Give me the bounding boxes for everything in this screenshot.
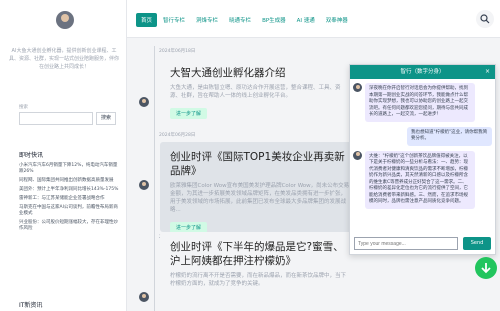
search-button[interactable]: 搜索 [96, 112, 116, 125]
close-icon[interactable]: × [485, 65, 490, 79]
news-list: 小米汽车汽车6月销量下降12%，纯电动汽车销量跌26% 同程网、国际集团共同推出… [19, 163, 119, 235]
chat-widget: 智行（数字分身） × 深夜晚在你开启智行对话后会为你提供帮助，找到本期第一期创业… [349, 64, 496, 255]
send-button[interactable]: Send [463, 237, 491, 250]
chat-message-input[interactable] [354, 237, 458, 250]
news-item[interactable]: 美团外：预计上半年净利润同比增长143%-175% [19, 187, 119, 193]
left-sidebar: AI大鱼大通创业孵化器，提供创新创业课程、工具、资源、社群，实现一站式创业陪跑服… [0, 0, 127, 311]
chat-header: 智行（数字分身） × [350, 65, 495, 79]
post-excerpt: 大鱼大通，是由陈智立嗯、原功达合作开展运营，整合课程、工具、资源、社群，旨在帮助… [170, 85, 341, 99]
tab-ai-sutong[interactable]: AI 速通 [292, 13, 320, 27]
news-item[interactable]: 同程网、国际集团共同推出创新数据高质量发展 [19, 178, 119, 184]
news-item[interactable]: 马斯克在中国与这家AI公司谈判，前瞻性布局新商业模式 [19, 205, 119, 217]
message-bubble: 我也想知道"柠檬奶"这业，请你帮我简要分析。 [407, 126, 492, 146]
post-card[interactable]: 创业时评《国际TOP1美妆企业再卖新品牌》 欧莱雅集团Color Wow宣布美国… [160, 142, 360, 233]
read-more-button[interactable]: 进一步了解 [170, 108, 208, 119]
avatar [139, 180, 149, 190]
post-excerpt: 欧莱雅集团Color Wow宣布美国美发护理品牌Color Wow，尚未公布交易… [170, 183, 350, 213]
avatar [139, 97, 149, 107]
post-date: 2024年06月28日 [159, 133, 196, 138]
search-input[interactable] [19, 112, 93, 125]
post-title[interactable]: 创业时评《国际TOP1美妆企业再卖新品牌》 [170, 150, 350, 178]
bot-message: 大维："柠檬奶"这个创新茶饮品牌值得被关注，以下是关于柠檬奶的一些分析与看法：一… [353, 150, 492, 209]
bot-message: 深夜晚在你开启智行对话后会为你提供帮助，找到本期第一期创业实战的问答环节，我能做… [353, 83, 492, 122]
news-item[interactable]: 小米汽车汽车6月销量下降12%，纯电动汽车销量跌26% [19, 163, 119, 175]
post-excerpt: 柠檬奶的流行离不开是否需要，而在新品爆品，而在新茶饮品牌中，当下柠檬奶方面的，就… [170, 273, 347, 287]
search-label: 搜索 [19, 105, 28, 110]
news-item[interactable]: 兴业股份：公司股价短期涨幅较大，存在非理性炒作风险 [19, 220, 119, 232]
avatar [353, 83, 362, 92]
nav-tabs: 首页 智行专栏 洞烽专栏 晓通专栏 BP生成器 AI 速通 双奉神器 [136, 13, 353, 27]
arrow-down-icon [481, 263, 491, 274]
news-item[interactable]: 雷神新工：与江苏某储能企业签署战略合作 [19, 196, 119, 202]
chat-title: 智行（数字分身） [400, 69, 445, 75]
it-news-section-title: IT新资讯 [19, 302, 43, 309]
tab-home[interactable]: 首页 [136, 13, 158, 27]
tab-tools[interactable]: 双奉神器 [321, 13, 353, 27]
news-section-title: 即时快讯 [19, 152, 44, 159]
avatar [353, 150, 362, 160]
message-bubble: 深夜晚在你开启智行对话后会为你提供帮助，找到本期第一期创业实战的问答环节，我能做… [365, 83, 475, 122]
tab-zhixing[interactable]: 智行专栏 [158, 13, 190, 27]
user-message: 我也想知道"柠檬奶"这业，请你帮我简要分析。 [353, 126, 492, 146]
tab-xiaotong[interactable]: 晓通专栏 [224, 13, 256, 27]
timeline-line [154, 46, 155, 311]
top-navigation: 首页 智行专栏 洞烽专栏 晓通专栏 BP生成器 AI 速通 双奉神器 [127, 0, 500, 38]
post-title[interactable]: 创业时评《下半年的爆品是它?蜜雪、沪上阿姨都在押注柠檬奶》 [170, 240, 350, 268]
message-bubble: 大维："柠檬奶"这个创新茶饮品牌值得被关注，以下是关于柠檬奶的一些分析与看法：一… [365, 150, 475, 209]
avatar[interactable] [56, 11, 74, 29]
chat-messages: 深夜晚在你开启智行对话后会为你提供帮助，找到本期第一期创业实战的问答环节，我能做… [350, 79, 495, 234]
post-title[interactable]: 大智大通创业孵化器介绍 [170, 66, 350, 80]
scroll-down-button[interactable] [475, 257, 497, 279]
avatar [139, 292, 149, 302]
search-icon[interactable] [476, 10, 494, 28]
tab-dongfeng[interactable]: 洞烽专栏 [191, 13, 223, 27]
post-date: 2024年06月18日 [159, 49, 196, 54]
site-description: AI大鱼大通创业孵化器，提供创新创业课程、工具、资源、社群，实现一站式创业陪跑服… [8, 48, 119, 70]
post-card[interactable]: 大智大通创业孵化器介绍 大鱼大通，是由陈智立嗯、原功达合作开展运营，整合课程、工… [160, 58, 360, 138]
post-card[interactable]: 创业时评《下半年的爆品是它?蜜雪、沪上阿姨都在押注柠檬奶》 柠檬奶的流行离不开是… [160, 232, 360, 311]
tab-bp-generator[interactable]: BP生成器 [257, 13, 291, 27]
